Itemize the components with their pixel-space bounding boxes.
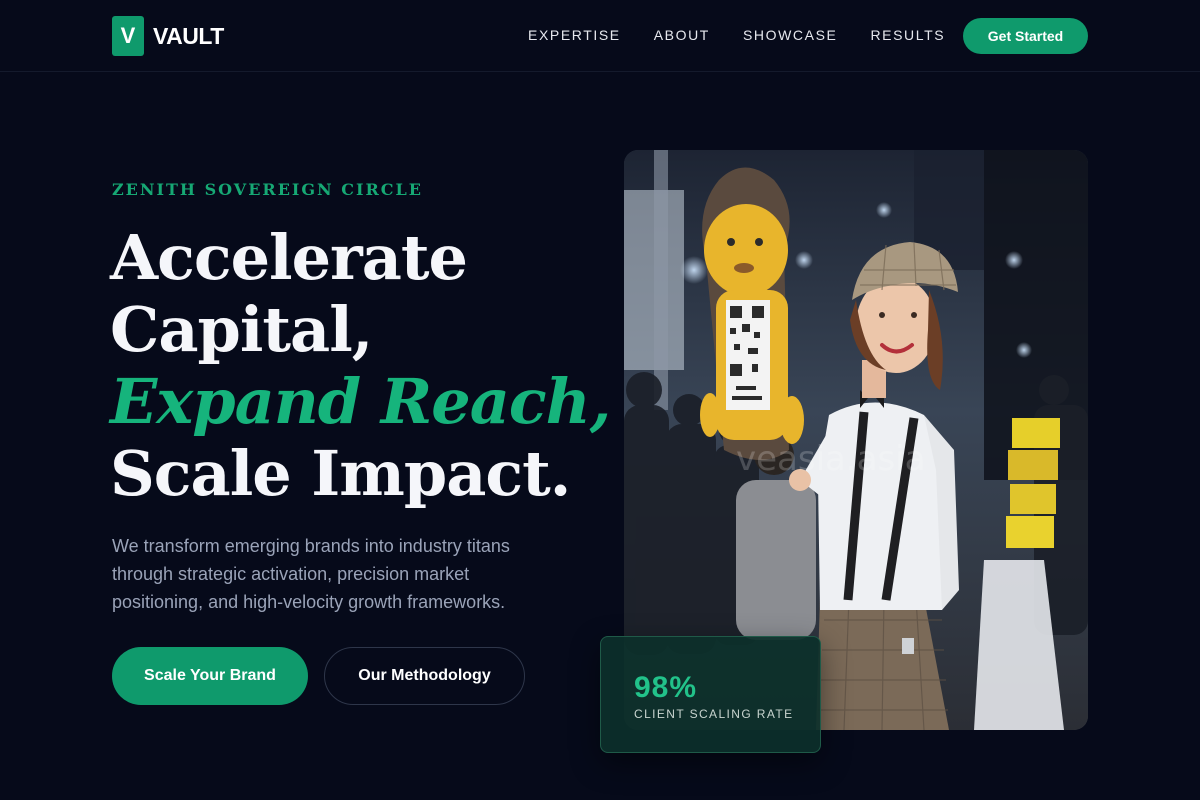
get-started-button[interactable]: Get Started [963,18,1088,54]
image-watermark: veasia.asia [736,439,926,479]
hero-description: We transform emerging brands into indust… [112,536,510,612]
nav-item-showcase[interactable]: SHOWCASE [743,26,837,44]
stat-value: 98% [634,671,698,704]
stat-card: 98% CLIENT SCALING RATE [600,636,821,753]
headline-line-accent: Expand Reach, [110,365,611,438]
headline-line-2: Capital, [110,293,373,366]
logo-text: VAULT [153,22,224,49]
our-methodology-button[interactable]: Our Methodology [324,647,525,705]
logo-mark: V [112,16,144,56]
scale-your-brand-button[interactable]: Scale Your Brand [112,647,308,705]
hero-headline: Accelerate Capital, Expand Reach, Scale … [110,221,611,510]
logo[interactable]: V VAULT [112,16,224,56]
main-nav: EXPERTISE ABOUT SHOWCASE RESULTS [528,26,978,44]
site-header: V VAULT EXPERTISE ABOUT SHOWCASE RESULTS… [0,0,1200,72]
headline-line-4: Scale Impact. [110,437,571,510]
nav-item-about[interactable]: ABOUT [654,26,710,44]
stat-label: CLIENT SCALING RATE [634,707,794,721]
nav-item-expertise[interactable]: EXPERTISE [528,26,621,44]
nav-item-results[interactable]: RESULTS [870,26,945,44]
headline-line-1: Accelerate [110,221,468,294]
hero-eyebrow: ZENITH SOVEREIGN CIRCLE [112,180,423,199]
